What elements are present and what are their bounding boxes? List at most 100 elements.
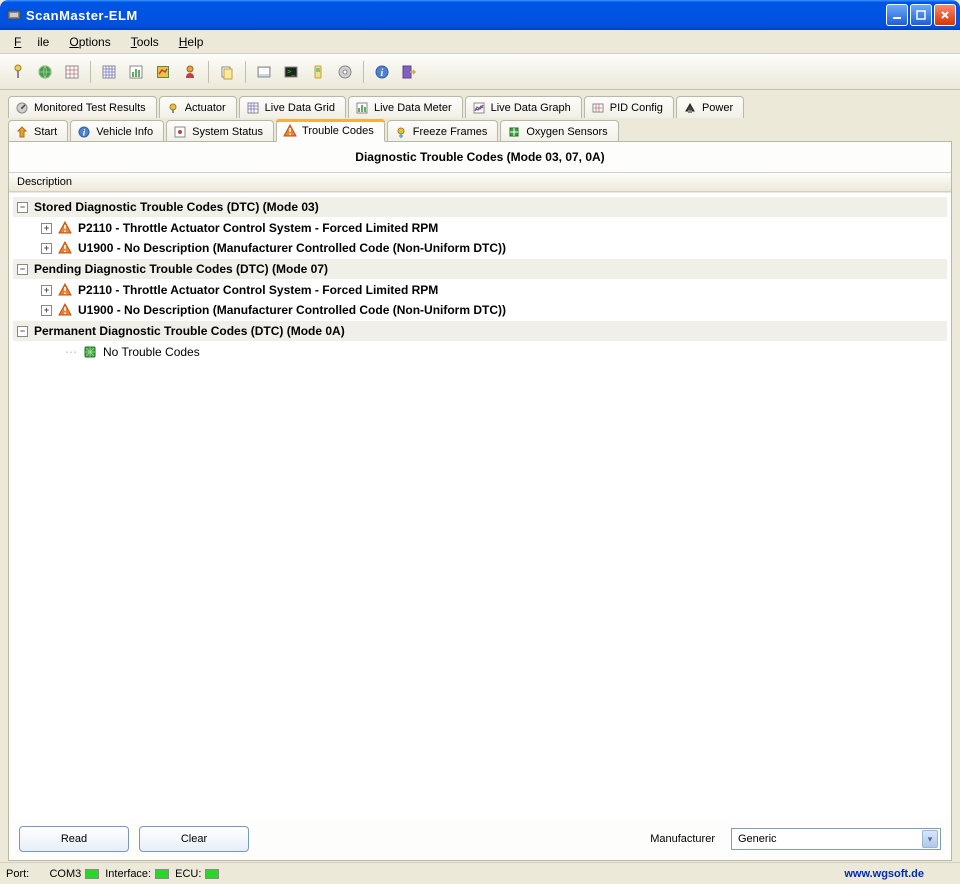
tab-power[interactable]: Power <box>676 96 744 118</box>
svg-text:i: i <box>381 68 384 79</box>
menu-help[interactable]: Help <box>171 33 212 51</box>
panel-title: Diagnostic Trouble Codes (Mode 03, 07, 0… <box>9 142 951 172</box>
tab-system-status[interactable]: System Status <box>166 120 274 142</box>
graph-icon <box>472 101 486 115</box>
tool-meter[interactable] <box>124 60 148 84</box>
manufacturer-value: Generic <box>738 833 777 845</box>
tree-group-label: Stored Diagnostic Trouble Codes (DTC) (M… <box>34 200 319 214</box>
tab-start[interactable]: Start <box>8 120 68 142</box>
tree-group-label: Pending Diagnostic Trouble Codes (DTC) (… <box>34 262 328 276</box>
tool-grid-small[interactable] <box>60 60 84 84</box>
tab-live-data-graph[interactable]: Live Data Graph <box>465 96 582 118</box>
tab-freeze-frames[interactable]: Freeze Frames <box>387 120 499 142</box>
menu-file[interactable]: File <box>6 33 57 51</box>
minimize-button[interactable] <box>886 4 908 26</box>
info-icon: i <box>77 125 91 139</box>
menu-tools[interactable]: Tools <box>123 33 167 51</box>
toolbar: >_ i <box>0 54 960 90</box>
vendor-link[interactable]: www.wgsoft.de <box>844 868 924 880</box>
tree-item-label: P2110 - Throttle Actuator Control System… <box>78 283 438 297</box>
chevron-down-icon: ▾ <box>922 830 938 848</box>
expand-icon[interactable]: + <box>41 223 52 234</box>
interface-led-icon <box>155 869 169 879</box>
window-controls <box>886 4 956 26</box>
expand-icon[interactable]: + <box>41 243 52 254</box>
start-icon <box>15 125 29 139</box>
manufacturer-combo[interactable]: Generic ▾ <box>731 828 941 850</box>
tree-group[interactable]: −Permanent Diagnostic Trouble Codes (DTC… <box>13 321 947 341</box>
tree-leaf[interactable]: ⋯No Trouble Codes <box>13 343 947 361</box>
column-header-description[interactable]: Description <box>9 172 951 192</box>
status-ecu: ECU: <box>175 868 219 880</box>
status-port: Port: COM3 <box>6 868 99 880</box>
tab-label: Live Data Grid <box>265 102 335 114</box>
tool-copy[interactable] <box>215 60 239 84</box>
pid-icon <box>591 101 605 115</box>
toolbar-separator <box>363 61 364 83</box>
menubar: File Options Tools Help <box>0 30 960 54</box>
gauge-icon <box>15 101 29 115</box>
tab-vehicle-info[interactable]: iVehicle Info <box>70 120 164 142</box>
tree-item-label: U1900 - No Description (Manufacturer Con… <box>78 241 506 255</box>
port-led-icon <box>85 869 99 879</box>
tab-label: Power <box>702 102 733 114</box>
tab-pid-config[interactable]: PID Config <box>584 96 674 118</box>
tool-terminal2[interactable]: >_ <box>279 60 303 84</box>
tab-actuator[interactable]: Actuator <box>159 96 237 118</box>
read-button[interactable]: Read <box>19 826 129 852</box>
tool-device[interactable] <box>306 60 330 84</box>
close-button[interactable] <box>934 4 956 26</box>
expand-icon[interactable]: + <box>41 285 52 296</box>
tab-label: PID Config <box>610 102 663 114</box>
meter-icon <box>355 101 369 115</box>
collapse-icon[interactable]: − <box>17 202 28 213</box>
tree-item-label: P2110 - Throttle Actuator Control System… <box>78 221 438 235</box>
tool-globe[interactable] <box>33 60 57 84</box>
tool-disc[interactable] <box>333 60 357 84</box>
tree-item[interactable]: + P2110 - Throttle Actuator Control Syste… <box>13 281 947 299</box>
statusbar: Port: COM3 Interface: ECU: www.wgsoft.de <box>0 862 960 884</box>
tab-label: Actuator <box>185 102 226 114</box>
titlebar: ScanMaster-ELM <box>0 0 960 30</box>
tree-connector-icon: ⋯ <box>65 345 77 359</box>
expand-icon[interactable]: + <box>41 305 52 316</box>
tool-list[interactable] <box>97 60 121 84</box>
toolbar-separator <box>245 61 246 83</box>
warning-icon <box>283 124 297 138</box>
tab-label: Trouble Codes <box>302 125 374 137</box>
tool-info[interactable]: i <box>370 60 394 84</box>
warning-icon <box>58 283 72 297</box>
menu-options[interactable]: Options <box>61 33 118 51</box>
tab-trouble-codes[interactable]: Trouble Codes <box>276 120 385 142</box>
tree-item[interactable]: + P2110 - Throttle Actuator Control Syste… <box>13 219 947 237</box>
tab-label: System Status <box>192 126 263 138</box>
tab-live-data-grid[interactable]: Live Data Grid <box>239 96 346 118</box>
collapse-icon[interactable]: − <box>17 264 28 275</box>
tool-terminal1[interactable] <box>252 60 276 84</box>
warning-icon <box>58 303 72 317</box>
tree-group[interactable]: −Pending Diagnostic Trouble Codes (DTC) … <box>13 259 947 279</box>
warning-icon <box>58 241 72 255</box>
tree-group[interactable]: −Stored Diagnostic Trouble Codes (DTC) (… <box>13 197 947 217</box>
maximize-button[interactable] <box>910 4 932 26</box>
tool-graph[interactable] <box>151 60 175 84</box>
dtc-tree[interactable]: −Stored Diagnostic Trouble Codes (DTC) (… <box>9 192 951 818</box>
tree-group-label: Permanent Diagnostic Trouble Codes (DTC)… <box>34 324 345 338</box>
clear-button[interactable]: Clear <box>139 826 249 852</box>
tab-monitored-test-results[interactable]: Monitored Test Results <box>8 96 157 118</box>
manufacturer-label: Manufacturer <box>650 833 715 845</box>
tab-label: Freeze Frames <box>413 126 488 138</box>
tab-oxygen-sensors[interactable]: Oxygen Sensors <box>500 120 618 142</box>
tool-exit[interactable] <box>397 60 421 84</box>
tool-person[interactable] <box>178 60 202 84</box>
status-interface: Interface: <box>105 868 169 880</box>
tab-live-data-meter[interactable]: Live Data Meter <box>348 96 463 118</box>
tree-item[interactable]: + U1900 - No Description (Manufacturer Co… <box>13 239 947 257</box>
tabs-container: Monitored Test Results Actuator Live Data … <box>0 90 960 862</box>
collapse-icon[interactable]: − <box>17 326 28 337</box>
tree-item[interactable]: +U1900 - No Description (Manufacturer Co… <box>13 301 947 319</box>
tool-connect[interactable] <box>6 60 30 84</box>
tab-label: Oxygen Sensors <box>526 126 607 138</box>
tab-label: Live Data Meter <box>374 102 452 114</box>
trouble-codes-panel: Diagnostic Trouble Codes (Mode 03, 07, 0… <box>8 141 952 861</box>
